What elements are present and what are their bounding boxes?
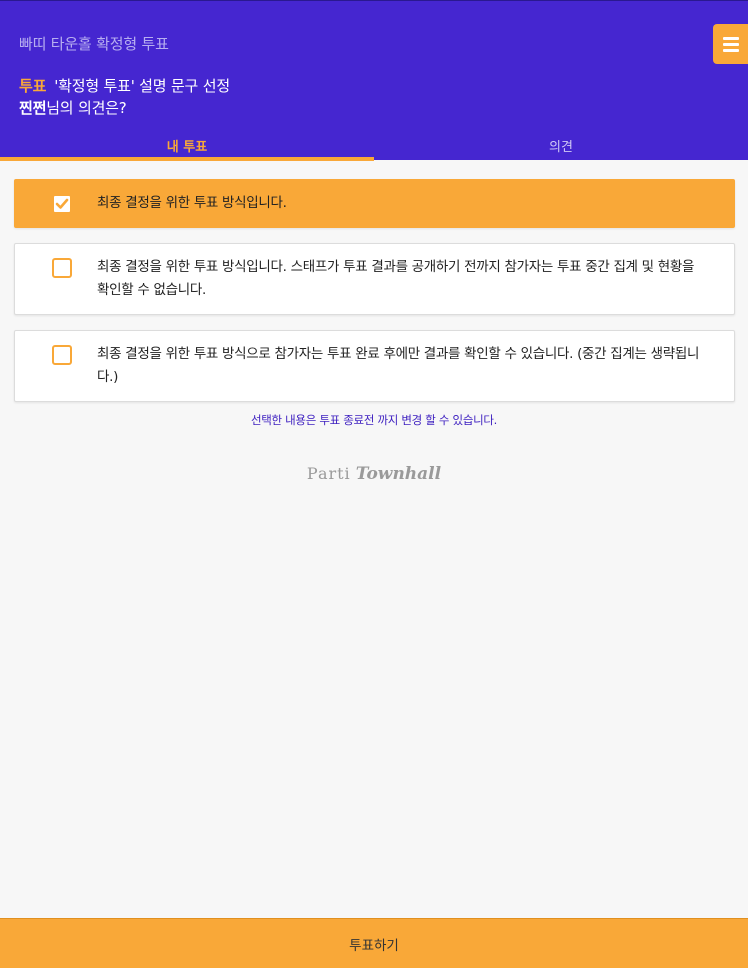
poll-tag: 투표 [19, 77, 47, 95]
option-list: 최종 결정을 위한 투표 방식입니다. 최종 결정을 위한 투표 방식입니다. … [14, 179, 735, 417]
tab-my-vote[interactable]: 내 투표 [0, 131, 374, 161]
tab-opinions[interactable]: 의견 [374, 131, 748, 161]
option-label: 최종 결정을 위한 투표 방식입니다. 스태프가 투표 결과를 공개하기 전까지… [97, 259, 695, 298]
tab-bar: 내 투표 의견 [0, 131, 748, 161]
parti-townhall-logo: Parti Townhall [0, 464, 748, 484]
menu-button[interactable] [713, 24, 748, 64]
option-item-2[interactable]: 최종 결정을 위한 투표 방식입니다. 스태프가 투표 결과를 공개하기 전까지… [14, 243, 735, 315]
option-item-1[interactable]: 최종 결정을 위한 투표 방식입니다. [14, 179, 735, 228]
checkmark-icon [55, 198, 69, 209]
checkbox-checked[interactable] [52, 194, 72, 214]
option-label: 최종 결정을 위한 투표 방식으로 참가자는 투표 완료 후에만 결과를 확인할… [97, 346, 700, 385]
app-title: 빠띠 타운홀 확정형 투표 [19, 35, 169, 53]
poll-title-line: 투표 '확정형 투표' 설명 문구 선정 [19, 75, 230, 96]
user-prompt: 찐쩐님의 의견은? [19, 97, 127, 118]
user-prompt-suffix: 님의 의견은? [46, 99, 127, 117]
user-name: 찐쩐 [19, 99, 47, 117]
option-label: 최종 결정을 위한 투표 방식입니다. [97, 195, 287, 211]
checkbox-unchecked[interactable] [52, 258, 72, 278]
header: 빠띠 타운홀 확정형 투표 투표 '확정형 투표' 설명 문구 선정 찐쩐님의 의… [0, 0, 748, 161]
poll-title: '확정형 투표' 설명 문구 선정 [54, 77, 230, 95]
logo-text-parti: Parti [306, 464, 351, 483]
hamburger-menu-icon [722, 36, 739, 52]
logo-text-townhall: Townhall [355, 464, 442, 484]
vote-submit-button[interactable]: 투표하기 [0, 918, 748, 968]
checkbox-unchecked[interactable] [52, 345, 72, 365]
option-item-3[interactable]: 최종 결정을 위한 투표 방식으로 참가자는 투표 완료 후에만 결과를 확인할… [14, 330, 735, 402]
change-notice: 선택한 내용은 투표 종료전 까지 변경 할 수 있습니다. [250, 413, 498, 427]
